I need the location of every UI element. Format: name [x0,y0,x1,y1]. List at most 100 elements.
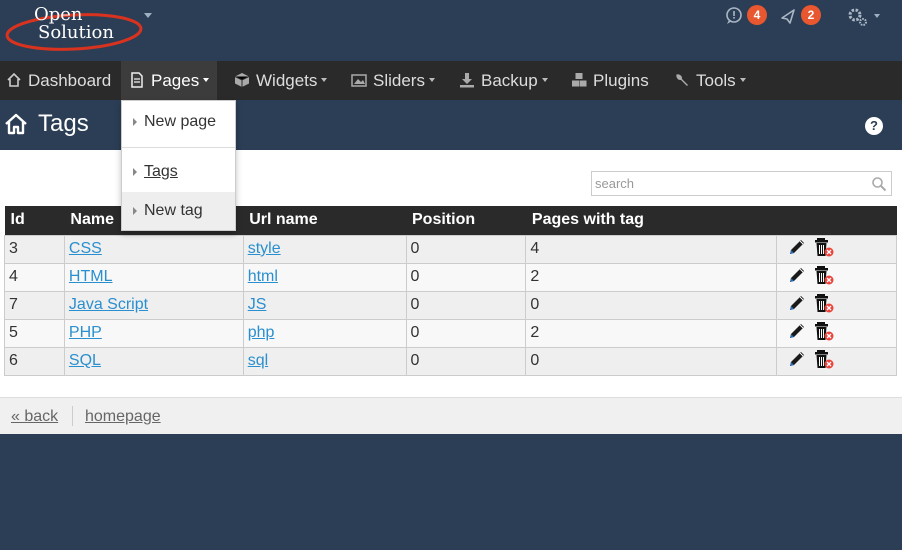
caret-right-icon [133,168,137,176]
cell-id: 6 [4,346,65,376]
menu-item-tags[interactable]: Tags [122,153,235,191]
settings-gear-icon[interactable] [845,5,869,29]
cell-pages-with-tag: 4 [525,234,778,264]
cell-position: 0 [405,318,527,348]
edit-pencil-icon[interactable] [787,321,807,346]
nav-pages-label: Pages [151,71,200,90]
tag-url-link[interactable]: style [248,240,281,257]
pages-dropdown-menu: New page Tags New tag [121,100,236,231]
tag-url-link[interactable]: JS [248,296,267,313]
tag-url-link[interactable]: php [248,324,275,341]
column-header-position[interactable]: Position [406,206,526,235]
help-icon[interactable]: ? [865,117,883,135]
back-link[interactable]: « back [11,408,58,426]
cell-actions [776,262,897,292]
cell-name: CSS [63,234,244,264]
top-bar: Open Solution 4 2 [0,0,902,61]
cell-url-name: JS [242,290,407,320]
notifications-icon[interactable] [778,6,798,26]
menu-item-tags-label: Tags [144,163,178,180]
tag-url-link[interactable]: sql [248,352,268,369]
table-row: 4 HTML html 0 2 [4,262,897,292]
cell-actions [776,318,897,348]
table-row: 6 SQL sql 0 0 [4,346,897,376]
cell-pages-with-tag: 2 [525,318,778,348]
cell-position: 0 [405,262,527,292]
nav-pages[interactable]: Pages [121,61,218,100]
column-header-id[interactable]: Id [4,206,65,235]
cell-pages-with-tag: 0 [525,290,778,320]
cell-actions [776,346,897,376]
tag-name-link[interactable]: Java Script [69,296,148,313]
tag-name-link[interactable]: HTML [69,268,113,285]
cell-actions [776,234,897,264]
cubes-icon [572,73,587,87]
nav-dashboard[interactable]: Dashboard [6,61,111,100]
main-nav: Dashboard Pages Widgets Sliders Backup P… [0,61,902,100]
home-icon [7,72,21,87]
cell-url-name: php [242,318,407,348]
cell-position: 0 [405,290,527,320]
tag-url-link[interactable]: html [248,268,278,285]
edit-pencil-icon[interactable] [787,293,807,318]
nav-sliders-label: Sliders [373,71,425,90]
tags-table: Id Name Url name Position Pages with tag… [4,206,897,376]
logo[interactable]: Open Solution [4,2,144,54]
table-row: 3 CSS style 0 4 [4,234,897,264]
cell-name: SQL [63,346,244,376]
menu-item-new-page[interactable]: New page [122,103,235,141]
menu-divider [122,147,235,148]
delete-trash-icon[interactable] [813,264,835,291]
home-icon [5,113,27,135]
table-row: 5 PHP php 0 2 [4,318,897,348]
cell-position: 0 [405,234,527,264]
tag-name-link[interactable]: SQL [69,352,101,369]
column-header-pages-with-tag[interactable]: Pages with tag [525,206,777,235]
cell-pages-with-tag: 0 [525,346,778,376]
nav-widgets[interactable]: Widgets [234,61,328,100]
messages-count-badge[interactable]: 4 [747,5,767,25]
tag-name-link[interactable]: CSS [69,240,102,257]
search-input[interactable] [592,172,862,195]
chevron-down-icon [321,78,328,82]
menu-item-new-page-label: New page [144,113,217,130]
caret-right-icon [133,207,137,215]
table-row: 7 Java Script JS 0 0 [4,290,897,320]
tag-name-link[interactable]: PHP [69,324,102,341]
image-icon [351,74,367,87]
menu-item-new-tag[interactable]: New tag [122,192,235,230]
nav-tools-label: Tools [696,71,736,90]
search-icon[interactable] [871,176,887,192]
cell-id: 5 [4,318,65,348]
logo-text-solution: Solution [38,22,114,43]
nav-tools[interactable]: Tools [674,61,746,100]
cell-pages-with-tag: 2 [525,262,778,292]
cell-position: 0 [405,346,527,376]
messages-icon[interactable] [724,6,744,26]
edit-pencil-icon[interactable] [787,265,807,290]
nav-sliders[interactable]: Sliders [351,61,435,100]
edit-pencil-icon[interactable] [787,349,807,374]
wrench-icon [676,74,688,86]
edit-pencil-icon[interactable] [787,237,807,262]
delete-trash-icon[interactable] [813,236,835,263]
delete-trash-icon[interactable] [813,348,835,375]
cube-icon [234,73,250,87]
footer-divider [72,406,73,426]
cell-name: Java Script [63,290,244,320]
column-header-url-name[interactable]: Url name [243,206,406,235]
cell-url-name: sql [242,346,407,376]
logo-menu-caret-icon[interactable] [144,13,152,18]
homepage-link[interactable]: homepage [85,408,161,426]
notifications-count-badge[interactable]: 2 [801,5,821,25]
column-header-actions [776,206,897,235]
nav-plugins[interactable]: Plugins [571,61,649,100]
download-icon [460,73,474,88]
delete-trash-icon[interactable] [813,292,835,319]
cell-id: 4 [4,262,65,292]
nav-backup[interactable]: Backup [459,61,548,100]
chevron-down-icon [541,78,548,82]
delete-trash-icon[interactable] [813,320,835,347]
cell-url-name: style [242,234,407,264]
settings-caret-icon[interactable] [874,14,880,18]
